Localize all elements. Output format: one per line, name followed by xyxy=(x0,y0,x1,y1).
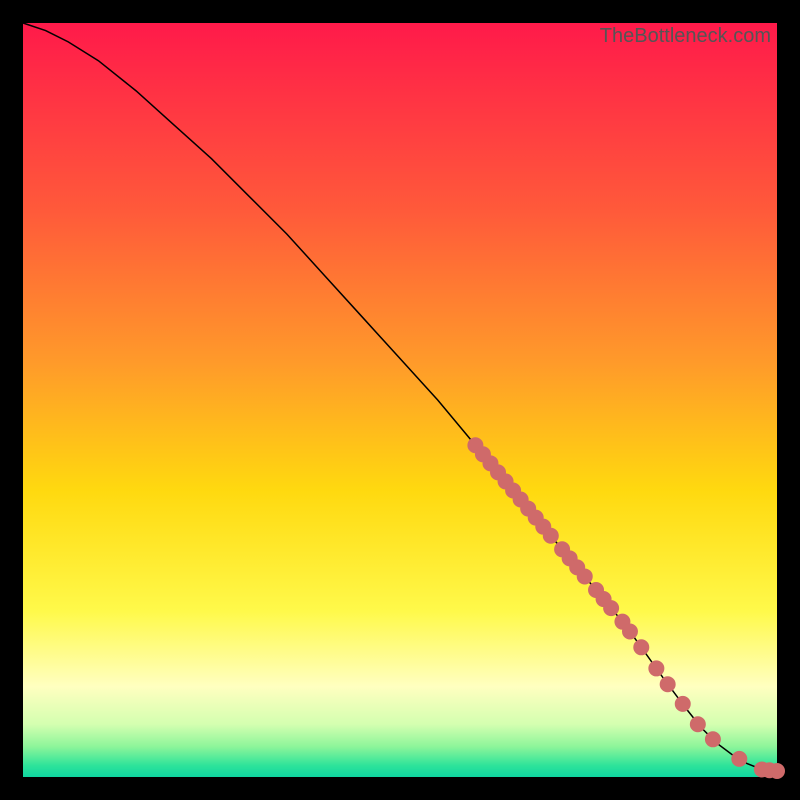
markers-group xyxy=(468,438,785,779)
data-marker xyxy=(690,717,705,732)
plot-area: TheBottleneck.com xyxy=(23,23,777,777)
data-marker xyxy=(577,569,592,584)
data-marker xyxy=(649,661,664,676)
data-marker xyxy=(622,624,637,639)
data-marker xyxy=(705,732,720,747)
data-marker xyxy=(660,677,675,692)
data-marker xyxy=(732,751,747,766)
data-marker xyxy=(675,696,690,711)
chart-overlay xyxy=(23,23,777,777)
curve-path xyxy=(23,23,777,771)
data-marker xyxy=(543,528,558,543)
data-marker xyxy=(604,601,619,616)
data-marker xyxy=(770,763,785,778)
data-marker xyxy=(634,640,649,655)
